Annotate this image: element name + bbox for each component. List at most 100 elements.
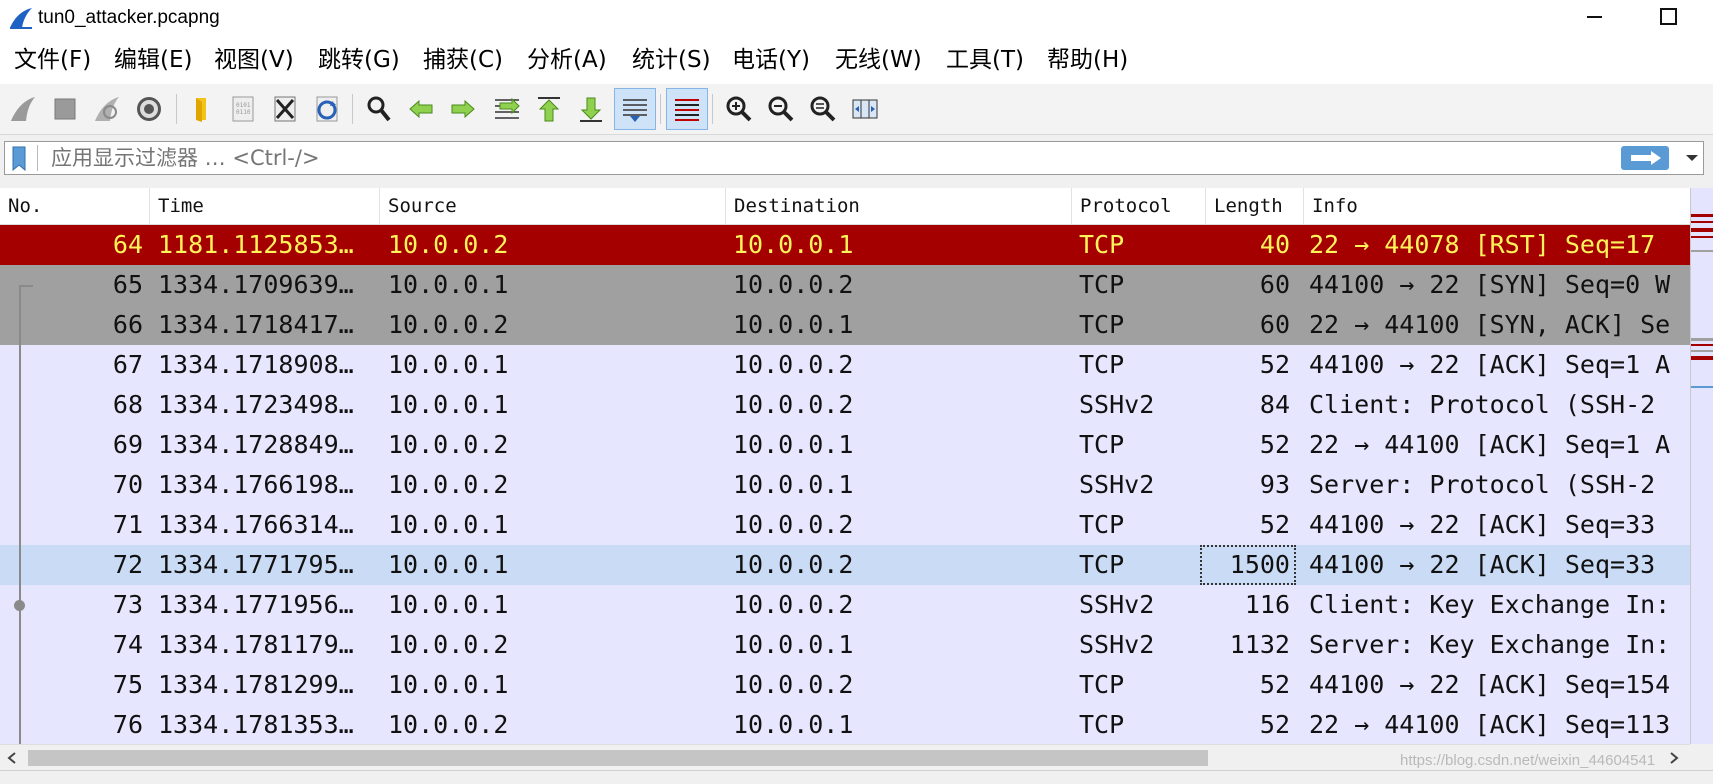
packet-row[interactable]: 68 1334.1723498… 10.0.0.1 10.0.0.2 SSHv2…: [0, 385, 1690, 425]
menu-statistics[interactable]: 统计(S): [632, 44, 711, 76]
window-title: tun0_attacker.pcapng: [38, 7, 220, 28]
packet-source: 10.0.0.2: [388, 430, 509, 459]
menu-go[interactable]: 跳转(G): [318, 44, 400, 76]
column-header-protocol[interactable]: Protocol: [1072, 188, 1206, 224]
go-to-packet-icon[interactable]: [486, 88, 528, 130]
go-forward-arrow-icon[interactable]: [442, 88, 484, 130]
packet-list: No. Time Source Destination Protocol Len…: [0, 188, 1690, 744]
packet-source: 10.0.0.2: [388, 630, 509, 659]
packet-info: 22 → 44100 [ACK] Seq=1 A: [1309, 430, 1671, 459]
packet-no: 67: [112, 350, 143, 379]
packet-destination: 10.0.0.1: [733, 630, 854, 659]
column-header-destination[interactable]: Destination: [726, 188, 1072, 224]
packet-protocol: TCP: [1079, 430, 1125, 459]
svg-text:0101: 0101: [236, 102, 251, 109]
menu-help[interactable]: 帮助(H): [1047, 44, 1128, 76]
packet-minimap[interactable]: [1690, 188, 1713, 744]
minimap-band: [1691, 344, 1713, 346]
pane-divider[interactable]: [0, 770, 1713, 784]
find-packet-icon[interactable]: [358, 88, 400, 130]
bookmark-icon[interactable]: [11, 146, 27, 171]
packet-row[interactable]: 69 1334.1728849… 10.0.0.2 10.0.0.1 TCP 5…: [0, 425, 1690, 465]
close-file-icon[interactable]: [264, 88, 306, 130]
menu-view[interactable]: 视图(V): [214, 44, 294, 76]
packet-length: 1500: [1200, 545, 1296, 585]
packet-row[interactable]: 67 1334.1718908… 10.0.0.1 10.0.0.2 TCP 5…: [0, 345, 1690, 385]
packet-no: 75: [112, 670, 143, 699]
filter-separator: [37, 145, 38, 171]
packet-time: 1334.1781179…: [158, 630, 354, 659]
display-filter-input[interactable]: [45, 144, 1611, 172]
packet-destination: 10.0.0.1: [733, 430, 854, 459]
column-header-length[interactable]: Length: [1206, 188, 1304, 224]
shark-fin-start-icon[interactable]: [2, 88, 44, 130]
normal-size-icon[interactable]: [802, 88, 844, 130]
packet-row[interactable]: 71 1334.1766314… 10.0.0.1 10.0.0.2 TCP 5…: [0, 505, 1690, 545]
packet-source: 10.0.0.1: [388, 670, 509, 699]
packet-row[interactable]: 76 1334.1781353… 10.0.0.2 10.0.0.1 TCP 5…: [0, 705, 1690, 744]
scroll-left-icon[interactable]: [6, 751, 18, 765]
packet-info: 44100 → 22 [ACK] Seq=33: [1309, 550, 1656, 579]
menu-capture[interactable]: 捕获(C): [423, 44, 503, 76]
zoom-in-icon[interactable]: [718, 88, 760, 130]
column-header-time[interactable]: Time: [150, 188, 380, 224]
packet-destination: 10.0.0.2: [733, 350, 854, 379]
colorize-list-icon[interactable]: [666, 88, 708, 130]
packet-no: 71: [112, 510, 143, 539]
apply-filter-button[interactable]: [1621, 146, 1669, 170]
menu-edit[interactable]: 编辑(E): [114, 44, 192, 76]
menu-tools[interactable]: 工具(T): [946, 44, 1024, 76]
last-packet-icon[interactable]: [570, 88, 612, 130]
menu-wireless[interactable]: 无线(W): [835, 44, 922, 76]
minimap-band: [1691, 214, 1713, 217]
first-packet-icon[interactable]: [528, 88, 570, 130]
packet-protocol: SSHv2: [1079, 470, 1155, 499]
column-header-source[interactable]: Source: [380, 188, 726, 224]
packet-info: 22 → 44100 [SYN, ACK] Se: [1309, 310, 1671, 339]
column-header-info[interactable]: Info: [1304, 188, 1690, 224]
title-bar: tun0_attacker.pcapng: [0, 0, 1713, 36]
reload-file-icon[interactable]: [306, 88, 348, 130]
packet-row-selected[interactable]: 72 1334.1771795… 10.0.0.1 10.0.0.2 TCP 1…: [0, 545, 1690, 585]
capture-options-gear-icon[interactable]: [128, 88, 170, 130]
minimap-band: [1691, 338, 1713, 341]
scroll-right-icon[interactable]: [1668, 751, 1680, 765]
packet-protocol: TCP: [1079, 270, 1125, 299]
packet-row[interactable]: 73 1334.1771956… 10.0.0.1 10.0.0.2 SSHv2…: [0, 585, 1690, 625]
packet-info: Server: Key Exchange In:: [1309, 630, 1671, 659]
maximize-button[interactable]: [1637, 0, 1697, 34]
packet-destination: 10.0.0.2: [733, 670, 854, 699]
zoom-out-icon[interactable]: [760, 88, 802, 130]
display-filter-box: [4, 141, 1704, 175]
scrollbar-thumb[interactable]: [28, 750, 1208, 766]
packet-protocol: TCP: [1079, 670, 1125, 699]
resize-columns-icon[interactable]: [844, 88, 886, 130]
packet-protocol: SSHv2: [1079, 630, 1155, 659]
go-back-arrow-icon[interactable]: [400, 88, 442, 130]
packet-protocol: TCP: [1079, 350, 1125, 379]
menu-analyze[interactable]: 分析(A): [527, 44, 607, 76]
packet-row[interactable]: 66 1334.1718417… 10.0.0.2 10.0.0.1 TCP 6…: [0, 305, 1690, 345]
packet-source: 10.0.0.1: [388, 350, 509, 379]
menu-telephony[interactable]: 电话(Y): [732, 44, 810, 76]
save-file-icon[interactable]: 0101 0110: [222, 88, 264, 130]
menu-file[interactable]: 文件(F): [14, 44, 91, 76]
column-header-no[interactable]: No.: [0, 188, 150, 224]
packet-row[interactable]: 70 1334.1766198… 10.0.0.2 10.0.0.1 SSHv2…: [0, 465, 1690, 505]
packet-time: 1334.1781299…: [158, 670, 354, 699]
toolbar-separator: [712, 94, 713, 124]
packet-time: 1334.1771795…: [158, 550, 354, 579]
packet-row[interactable]: 65 1334.1709639… 10.0.0.1 10.0.0.2 TCP 6…: [0, 265, 1690, 305]
minimize-button[interactable]: [1565, 0, 1625, 34]
restart-capture-icon[interactable]: [86, 88, 128, 130]
packet-source: 10.0.0.1: [388, 590, 509, 619]
stop-square-icon[interactable]: [44, 88, 86, 130]
minimap-band: [1691, 356, 1713, 360]
filter-dropdown-button[interactable]: [1681, 146, 1703, 170]
packet-row[interactable]: 74 1334.1781179… 10.0.0.2 10.0.0.1 SSHv2…: [0, 625, 1690, 665]
packet-destination: 10.0.0.1: [733, 230, 854, 259]
auto-scroll-icon[interactable]: [614, 88, 656, 130]
packet-row[interactable]: 64 1181.1125853… 10.0.0.2 10.0.0.1 TCP 4…: [0, 225, 1690, 265]
packet-row[interactable]: 75 1334.1781299… 10.0.0.1 10.0.0.2 TCP 5…: [0, 665, 1690, 705]
open-folder-icon[interactable]: [180, 88, 222, 130]
